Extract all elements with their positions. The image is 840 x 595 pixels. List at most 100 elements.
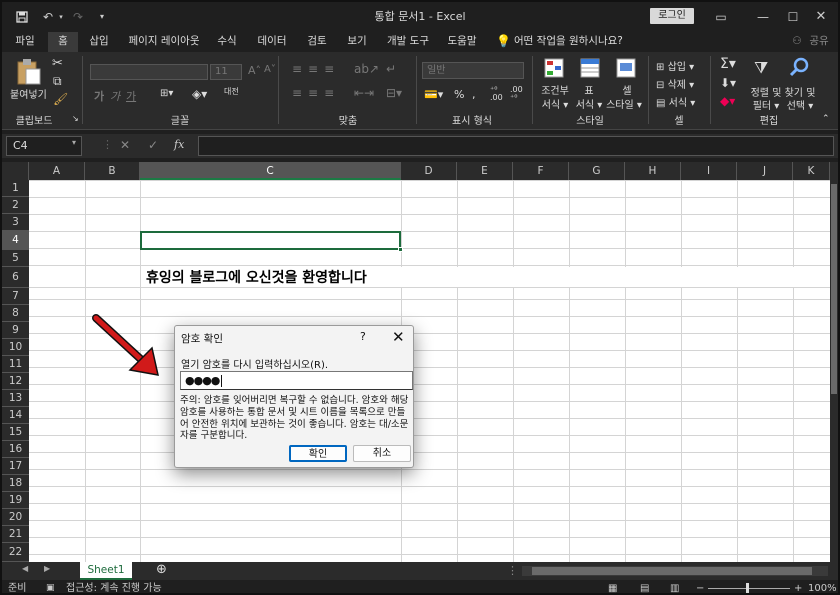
indent-icons[interactable]: ⇤⇥ bbox=[354, 86, 374, 100]
close-icon[interactable]: ✕ bbox=[812, 2, 830, 32]
help-icon[interactable]: ? bbox=[360, 330, 366, 343]
tab-data[interactable]: 데이터 bbox=[252, 32, 292, 52]
row-header[interactable]: 9 bbox=[2, 322, 29, 339]
find-select-label-2[interactable]: 선택 ▾ bbox=[782, 97, 818, 112]
name-box-dropdown-icon[interactable]: ▾ bbox=[72, 138, 76, 147]
ok-button[interactable]: 확인 bbox=[289, 445, 347, 462]
column-header[interactable]: I bbox=[681, 162, 737, 180]
insert-cells-button[interactable]: ⊞ 삽입 ▾ bbox=[656, 58, 694, 73]
cell-styles-label[interactable]: 셀 bbox=[612, 82, 642, 97]
cell-C6-text[interactable]: 휴잉의 블로그에 오신것을 환영합니다 bbox=[146, 267, 367, 287]
undo-icon[interactable]: ↶ bbox=[38, 2, 58, 32]
row-header[interactable]: 2 bbox=[2, 197, 29, 214]
vertical-align-icons[interactable]: ≡≡≡ bbox=[292, 62, 340, 76]
horizontal-scroll-thumb[interactable] bbox=[532, 567, 812, 575]
tab-review[interactable]: 검토 bbox=[300, 32, 334, 52]
zoom-slider[interactable] bbox=[708, 588, 790, 589]
horizontal-align-icons[interactable]: ≡≡≡ bbox=[292, 86, 340, 100]
row-header[interactable]: 16 bbox=[2, 441, 29, 458]
zoom-slider-thumb[interactable] bbox=[746, 583, 749, 593]
selected-cell-C4[interactable] bbox=[140, 231, 401, 250]
column-header[interactable]: J bbox=[737, 162, 793, 180]
share-button[interactable]: 공유 bbox=[806, 32, 832, 52]
sheet-tab[interactable]: Sheet1 bbox=[80, 562, 132, 580]
cut-icon[interactable]: ✂ bbox=[52, 56, 63, 71]
increase-decimal-icon[interactable]: ⁺⁰ .00 bbox=[490, 86, 503, 102]
cancel-button[interactable]: 취소 bbox=[353, 445, 411, 462]
row-header[interactable]: 1 bbox=[2, 180, 29, 197]
row-header[interactable]: 11 bbox=[2, 356, 29, 373]
format-painter-icon[interactable]: 🖌 bbox=[53, 92, 68, 106]
bold-icon[interactable]: 가 bbox=[94, 88, 104, 104]
autosum-icon[interactable]: Σ▾ bbox=[720, 56, 736, 72]
column-header[interactable]: D bbox=[401, 162, 457, 180]
conditional-format-label[interactable]: 조건부 bbox=[540, 82, 570, 97]
format-as-table-label[interactable]: 표 bbox=[574, 82, 604, 97]
page-break-view-icon[interactable]: ▥ bbox=[670, 580, 679, 593]
add-sheet-icon[interactable]: ⊕ bbox=[156, 562, 167, 577]
row-header-selected[interactable]: 4 bbox=[2, 231, 29, 250]
name-box[interactable]: C4 bbox=[6, 136, 82, 156]
clear-icon[interactable]: ◆▾ bbox=[720, 94, 735, 108]
font-name-input[interactable] bbox=[90, 64, 208, 80]
accessibility-status[interactable]: 접근성: 계속 진행 가능 bbox=[66, 580, 162, 593]
fill-icon[interactable]: ⬇▾ bbox=[720, 76, 736, 90]
row-header[interactable]: 19 bbox=[2, 492, 29, 509]
insert-function-icon[interactable]: fx bbox=[174, 138, 184, 151]
tab-formulas[interactable]: 수식 bbox=[210, 32, 244, 52]
copy-icon[interactable]: ⧉ bbox=[53, 74, 62, 89]
column-header-selected[interactable]: C bbox=[140, 162, 401, 180]
format-as-table-icon[interactable] bbox=[580, 58, 600, 81]
decrease-decimal-icon[interactable]: .00 ⁺⁰ bbox=[510, 86, 523, 102]
page-layout-view-icon[interactable]: ▤ bbox=[640, 580, 649, 593]
row-header[interactable]: 7 bbox=[2, 288, 29, 305]
sort-filter-label-2[interactable]: 필터 ▾ bbox=[748, 97, 784, 112]
zoom-out-icon[interactable]: − bbox=[696, 580, 704, 593]
normal-view-icon[interactable]: ▦ bbox=[608, 580, 617, 593]
cancel-entry-icon[interactable]: ✕ bbox=[120, 138, 130, 152]
row-header[interactable]: 20 bbox=[2, 509, 29, 526]
login-button[interactable]: 로그인 bbox=[650, 8, 694, 24]
orientation-icon[interactable]: ab↗ bbox=[354, 62, 379, 76]
customize-quickaccess-icon[interactable]: ▾ bbox=[96, 2, 108, 32]
row-header[interactable]: 14 bbox=[2, 407, 29, 424]
column-header[interactable]: E bbox=[457, 162, 513, 180]
row-header[interactable]: 13 bbox=[2, 390, 29, 407]
confirm-entry-icon[interactable]: ✓ bbox=[148, 138, 158, 152]
find-select-icon[interactable] bbox=[788, 56, 810, 81]
format-cells-button[interactable]: ▤ 서식 ▾ bbox=[656, 94, 695, 109]
minimize-icon[interactable]: — bbox=[754, 2, 772, 32]
maximize-icon[interactable]: ☐ bbox=[784, 2, 802, 32]
comma-icon[interactable]: , bbox=[472, 88, 476, 101]
tell-me-search[interactable]: 어떤 작업을 원하시나요? bbox=[514, 32, 634, 52]
italic-icon[interactable]: 가 bbox=[110, 88, 120, 104]
next-sheet-icon[interactable]: ▶ bbox=[44, 564, 50, 573]
tab-help[interactable]: 도움말 bbox=[442, 32, 482, 52]
merge-center-icon[interactable]: ⊟▾ bbox=[386, 86, 402, 100]
tab-developer[interactable]: 개발 도구 bbox=[382, 32, 434, 52]
shrink-font-icon[interactable]: A˅ bbox=[264, 64, 276, 75]
vertical-scroll-thumb[interactable] bbox=[831, 184, 837, 394]
save-icon[interactable] bbox=[12, 2, 32, 34]
vertical-scrollbar[interactable] bbox=[830, 162, 838, 562]
row-header[interactable]: 22 bbox=[2, 543, 29, 562]
ribbon-display-icon[interactable]: ▭ bbox=[712, 2, 730, 32]
sort-filter-icon[interactable]: ⧩ bbox=[754, 58, 768, 78]
row-header[interactable]: 21 bbox=[2, 526, 29, 543]
conditional-format-label-2[interactable]: 서식 ▾ bbox=[540, 96, 570, 111]
dialog-close-icon[interactable]: ✕ bbox=[392, 328, 405, 346]
accounting-format-icon[interactable]: 💳▾ bbox=[424, 88, 443, 101]
row-header[interactable]: 6 bbox=[2, 267, 29, 288]
zoom-in-icon[interactable]: + bbox=[794, 580, 802, 593]
tab-home[interactable]: 홈 bbox=[48, 32, 78, 52]
percent-icon[interactable]: % bbox=[454, 88, 464, 101]
row-header[interactable]: 18 bbox=[2, 475, 29, 492]
undo-dropdown-icon[interactable]: ▾ bbox=[56, 2, 66, 32]
row-header[interactable]: 3 bbox=[2, 214, 29, 231]
row-header[interactable]: 15 bbox=[2, 424, 29, 441]
paste-button[interactable]: 붙여넣기 bbox=[10, 86, 47, 101]
number-format-select[interactable]: 일반 bbox=[422, 62, 524, 79]
underline-icon[interactable]: 가 bbox=[126, 88, 136, 104]
fill-handle[interactable] bbox=[398, 247, 403, 252]
column-header[interactable]: G bbox=[569, 162, 625, 180]
